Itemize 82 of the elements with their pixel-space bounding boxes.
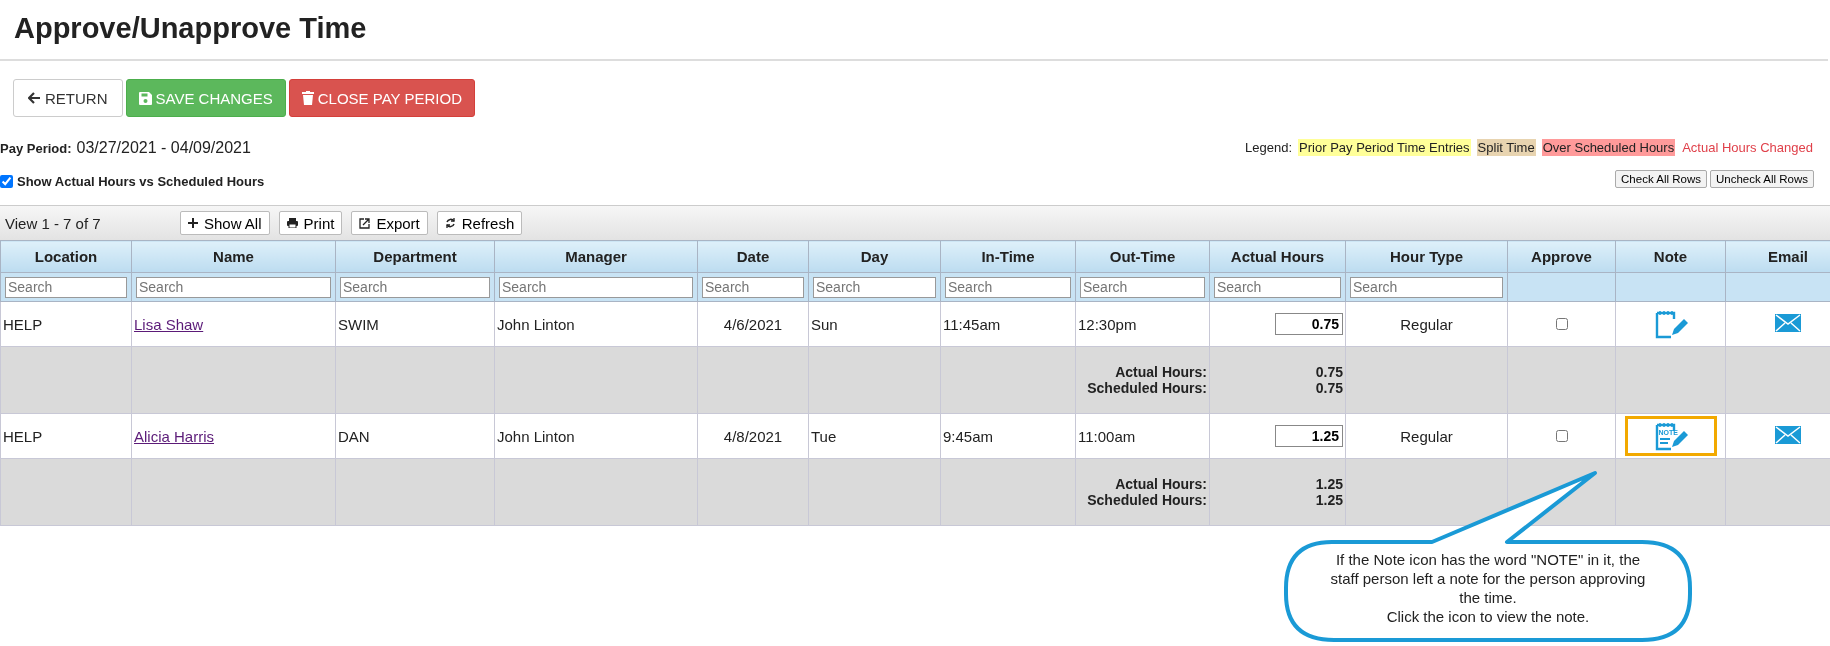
summary-value: 0.75	[1315, 380, 1343, 396]
refresh-button[interactable]: Refresh	[436, 211, 523, 235]
summary-label: Scheduled Hours:	[1087, 380, 1207, 396]
search-field[interactable]: Search	[1080, 276, 1205, 298]
plus-icon	[188, 218, 198, 228]
table-cell: Tue	[811, 427, 837, 445]
callout-text: If the Note icon has the word "NOTE" in it, the staff person left a note for the person approving the time. Click the icon to view the note.	[1329, 550, 1647, 626]
legend-item: Prior Pay Period Time Entries	[1298, 139, 1471, 156]
column-header[interactable]: Name	[131, 240, 336, 273]
column-header[interactable]: Location	[0, 240, 132, 273]
column-header[interactable]: Department	[335, 240, 495, 273]
column-header[interactable]: Approve	[1507, 240, 1616, 273]
print-icon	[286, 218, 298, 228]
table-cell: 11:00am	[1078, 427, 1136, 445]
pay-period-value: 03/27/2021 - 04/09/2021	[76, 139, 251, 157]
column-header[interactable]: Hour Type	[1345, 240, 1508, 273]
hours-field[interactable]: 0.75	[1275, 313, 1343, 335]
table-cell: 12:30pm	[1078, 315, 1137, 333]
search-field[interactable]: Search	[499, 276, 693, 298]
approve-checkbox[interactable]	[1555, 429, 1568, 442]
legend-label: Legend:	[1245, 140, 1293, 155]
column-header[interactable]: Email	[1725, 240, 1830, 273]
approve-checkbox[interactable]	[1555, 317, 1568, 330]
envelope-icon[interactable]	[1775, 425, 1801, 444]
legend-item: Over Scheduled Hours	[1541, 139, 1676, 156]
return-button[interactable]: RETURN	[13, 79, 123, 117]
column-header[interactable]: In-Time	[940, 240, 1076, 273]
notepad-pencil-icon[interactable]	[1653, 309, 1688, 339]
search-field[interactable]: Search	[1214, 276, 1341, 298]
summary-label: Actual Hours:	[1115, 476, 1207, 492]
name-link[interactable]: Alicia Harris	[134, 427, 214, 445]
arrow-left-icon	[28, 92, 41, 104]
trash-icon	[301, 91, 314, 105]
pay-period-label: Pay Period:	[0, 141, 72, 156]
search-field[interactable]: Search	[702, 276, 804, 298]
column-header[interactable]: Actual Hours	[1209, 240, 1346, 273]
page-title: Approve/Unapprove Time	[0, 0, 1828, 61]
refresh-icon	[444, 217, 456, 229]
record-count: View 1 - 7 of 7	[4, 214, 102, 232]
table-cell: 4/8/2021	[723, 427, 783, 445]
table-cell: HELP	[3, 315, 43, 333]
export-icon	[359, 217, 371, 229]
hours-field[interactable]: 1.25	[1275, 425, 1343, 447]
table-cell: Regular	[1400, 427, 1453, 445]
column-header[interactable]: Day	[808, 240, 941, 273]
search-field[interactable]: Search	[945, 276, 1071, 298]
name-link[interactable]: Lisa Shaw	[134, 315, 204, 333]
summary-value: 0.75	[1315, 364, 1343, 380]
summary-value: 1.25	[1315, 476, 1343, 492]
table-cell: 9:45am	[943, 427, 994, 445]
table-cell: John Linton	[497, 427, 575, 445]
uncheck-all-button[interactable]: Uncheck All Rows	[1709, 170, 1814, 188]
table-cell: 11:45am	[943, 315, 1001, 333]
summary-value: 1.25	[1315, 492, 1343, 508]
table-cell: Sun	[811, 315, 838, 333]
checkbox-label: Show Actual Hours vs Scheduled Hours	[17, 174, 265, 189]
summary-label: Actual Hours:	[1115, 364, 1207, 380]
legend-item: Actual Hours Changed	[1681, 139, 1814, 156]
search-field[interactable]: Search	[136, 276, 331, 298]
search-field[interactable]: Search	[813, 276, 936, 298]
check-all-button[interactable]: Check All Rows	[1615, 170, 1707, 188]
table-cell: 4/6/2021	[723, 315, 783, 333]
column-header[interactable]: Manager	[494, 240, 698, 273]
table-cell: Regular	[1400, 315, 1453, 333]
legend-item: Split Time	[1476, 139, 1536, 156]
summary-label: Scheduled Hours:	[1087, 492, 1207, 508]
show-all-button[interactable]: Show All	[180, 211, 270, 235]
search-field[interactable]: Search	[1350, 276, 1503, 298]
envelope-icon[interactable]	[1775, 313, 1801, 332]
column-header[interactable]: Out-Time	[1075, 240, 1210, 273]
table-cell: SWIM	[338, 315, 379, 333]
column-header[interactable]: Note	[1615, 240, 1726, 273]
print-button[interactable]: Print	[278, 211, 343, 235]
search-field[interactable]: Search	[340, 276, 490, 298]
table-cell: HELP	[3, 427, 43, 445]
search-field[interactable]: Search	[5, 276, 127, 298]
export-button[interactable]: Export	[351, 211, 428, 235]
table-cell: John Linton	[497, 315, 575, 333]
table-cell: DAN	[338, 427, 370, 445]
column-header[interactable]: Date	[697, 240, 809, 273]
close-pay-period-button[interactable]: CLOSE PAY PERIOD	[288, 79, 475, 117]
checkbox[interactable]	[0, 175, 13, 188]
